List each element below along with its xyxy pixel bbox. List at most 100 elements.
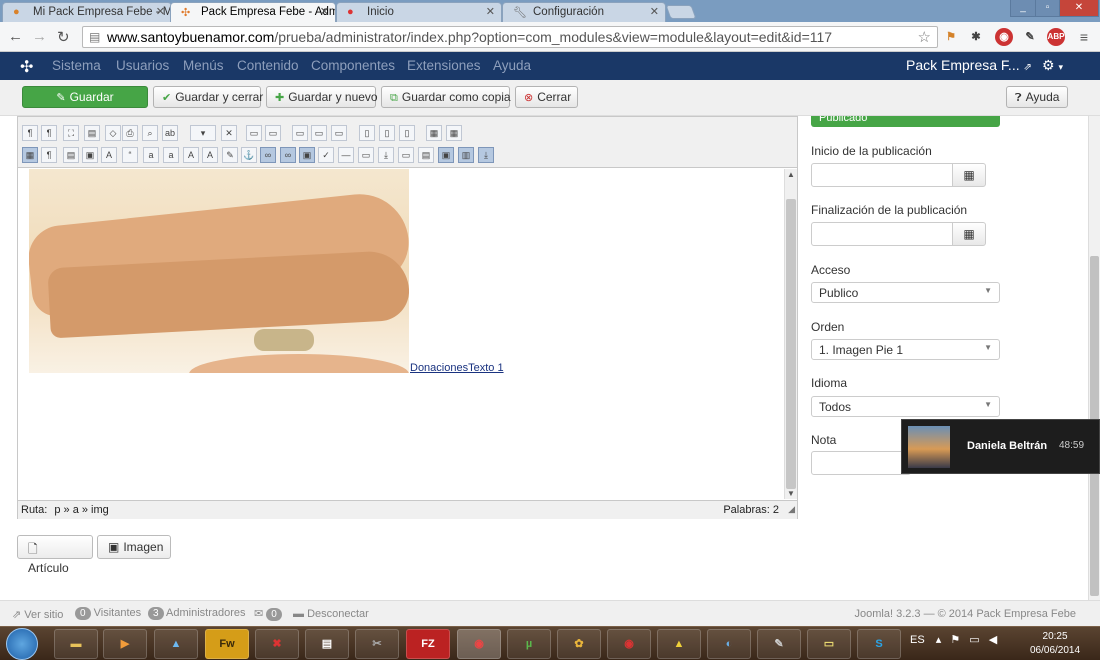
start-button[interactable]: [6, 628, 38, 660]
template-insert-icon[interactable]: ▭: [398, 147, 414, 163]
network-icon[interactable]: ▭: [969, 634, 979, 646]
merge-cells-icon[interactable]: ▦: [426, 125, 442, 141]
reload-icon[interactable]: ↻: [57, 28, 70, 46]
print-icon[interactable]: ⎙: [122, 125, 138, 141]
adblock-icon[interactable]: ABP: [1047, 28, 1065, 46]
paragraph-icon[interactable]: ¶: [22, 125, 38, 141]
image-icon[interactable]: ▣: [82, 147, 98, 163]
hands-coins-image[interactable]: [29, 169, 409, 373]
abbr-icon[interactable]: a: [143, 147, 159, 163]
calendar-icon[interactable]: ▦: [952, 163, 986, 187]
find-icon[interactable]: ⌕: [142, 125, 158, 141]
window-close-button[interactable]: ✕: [1059, 0, 1099, 17]
resize-grip-icon[interactable]: ◢: [788, 504, 795, 515]
code-icon[interactable]: ◇: [105, 125, 121, 141]
app-taskbar-icon[interactable]: ▲: [657, 629, 701, 659]
status-published-button[interactable]: Publicado: [811, 116, 1000, 127]
style-dropdown-icon[interactable]: ▾: [190, 125, 216, 141]
clear-icon[interactable]: ✕: [221, 125, 237, 141]
menu-usuarios[interactable]: Usuarios: [116, 58, 169, 73]
anchor-icon[interactable]: ⚓: [241, 147, 257, 163]
browser-tab[interactable]: ● Inicio ✕: [336, 2, 502, 22]
extension-icon[interactable]: ✱: [967, 28, 985, 46]
save-copy-button[interactable]: ⧉ Guardar como copia: [381, 86, 511, 108]
close-icon[interactable]: ✕: [486, 5, 495, 18]
extension-icon[interactable]: ⚑: [942, 28, 960, 46]
preview-icon[interactable]: ▤: [418, 147, 434, 163]
menu-menus[interactable]: Menús: [183, 58, 224, 73]
volume-icon[interactable]: ◀: [989, 634, 997, 646]
app-taskbar-icon[interactable]: ▲: [154, 629, 198, 659]
browser-tab[interactable]: ● Mi Pack Empresa Febe - M ✕: [2, 2, 172, 22]
address-bar[interactable]: ▤ www.santoybuenamor.com/prueba/administ…: [82, 26, 938, 48]
order-select[interactable]: 1. Imagen Pie 1 ▼: [811, 339, 1000, 360]
access-select[interactable]: Publico ▼: [811, 282, 1000, 303]
close-button[interactable]: ⊗ Cerrar: [515, 86, 578, 108]
document-icon[interactable]: ▤: [63, 147, 79, 163]
extension-icon[interactable]: ✎: [1021, 28, 1039, 46]
bookmark-star-icon[interactable]: ☆: [918, 28, 931, 46]
menu-extensiones[interactable]: Extensiones: [407, 58, 481, 73]
explorer-taskbar-icon[interactable]: ▬: [54, 629, 98, 659]
flag-icon[interactable]: ⚑: [950, 634, 960, 646]
col-delete-icon[interactable]: ▯: [399, 125, 415, 141]
split-cells-icon[interactable]: ▦: [446, 125, 462, 141]
scrollbar-thumb[interactable]: [786, 199, 796, 489]
media-player-taskbar-icon[interactable]: ▶: [103, 629, 147, 659]
image-link[interactable]: DonacionesTexto 1: [410, 362, 504, 374]
scroll-down-icon[interactable]: ▼: [787, 489, 795, 498]
skype-taskbar-icon[interactable]: S: [857, 629, 901, 659]
fullscreen-icon[interactable]: ⛶: [63, 125, 79, 141]
table-icon[interactable]: ▦: [22, 147, 38, 163]
save-button[interactable]: ✎ Guardar: [22, 86, 148, 108]
close-icon[interactable]: ✕: [320, 5, 329, 18]
link-icon[interactable]: ∞: [260, 147, 276, 163]
insert-image-button[interactable]: ▣ Imagen: [97, 535, 171, 559]
user-gear-menu[interactable]: ⚙ ▾: [1042, 57, 1063, 74]
maximize-button[interactable]: ▫: [1035, 0, 1060, 17]
chevron-up-icon[interactable]: ▴: [936, 634, 942, 646]
language-indicator[interactable]: ES: [910, 634, 925, 646]
chat-notification[interactable]: Daniela Beltrán 48:59: [901, 419, 1100, 474]
col-before-icon[interactable]: ▯: [359, 125, 375, 141]
app-taskbar-icon[interactable]: ✂: [355, 629, 399, 659]
minimize-button[interactable]: _: [1010, 0, 1036, 17]
style-icon[interactable]: A: [101, 147, 117, 163]
row-before-icon[interactable]: ▭: [292, 125, 308, 141]
font-icon[interactable]: A: [202, 147, 218, 163]
save-close-button[interactable]: ✔ Guardar y cerrar: [153, 86, 263, 108]
app-taskbar-icon[interactable]: ◐: [707, 629, 751, 659]
insert-image-icon[interactable]: ▣: [299, 147, 315, 163]
calendar-icon[interactable]: ▦: [952, 222, 986, 246]
close-icon[interactable]: ✕: [156, 5, 165, 18]
paragraph-rtl-icon[interactable]: ¶: [41, 125, 57, 141]
menu-ayuda[interactable]: Ayuda: [493, 58, 531, 73]
media-icon[interactable]: ▭: [358, 147, 374, 163]
fireworks-taskbar-icon[interactable]: Fw: [205, 629, 249, 659]
view-site-link[interactable]: ⇗ Ver sitio: [12, 608, 63, 621]
utorrent-taskbar-icon[interactable]: µ: [507, 629, 551, 659]
browser-tab-active[interactable]: ✣ Pack Empresa Febe - Adm ✕: [170, 2, 336, 22]
quote-icon[interactable]: “: [122, 147, 138, 163]
pagebreak-icon[interactable]: ⤓: [378, 147, 394, 163]
acronym-icon[interactable]: a: [163, 147, 179, 163]
forward-arrow-icon[interactable]: →: [32, 28, 47, 45]
replace-icon[interactable]: ab: [162, 125, 178, 141]
template-icon[interactable]: ▤: [84, 125, 100, 141]
filezilla-taskbar-icon[interactable]: FZ: [406, 629, 450, 659]
logout-link[interactable]: ▬ Desconectar: [293, 608, 369, 620]
insert-row-icon[interactable]: ▭: [246, 125, 262, 141]
row-after-icon[interactable]: ▭: [311, 125, 327, 141]
spellcheck-icon[interactable]: ✓: [318, 147, 334, 163]
close-icon[interactable]: ✕: [650, 5, 659, 18]
joomla-logo-icon[interactable]: ✣: [20, 57, 33, 77]
menu-componentes[interactable]: Componentes: [311, 58, 395, 73]
clock[interactable]: 20:25 06/06/2014: [1030, 630, 1080, 658]
delete-row-icon[interactable]: ▭: [265, 125, 281, 141]
scroll-up-icon[interactable]: ▲: [787, 170, 795, 179]
notepad-taskbar-icon[interactable]: ▤: [305, 629, 349, 659]
element-path[interactable]: p » a » img: [54, 504, 108, 516]
extension-icon[interactable]: ◉: [995, 28, 1013, 46]
show-blocks-icon[interactable]: ¶: [41, 147, 57, 163]
editor-content[interactable]: DonacionesTexto 1: [18, 169, 783, 499]
